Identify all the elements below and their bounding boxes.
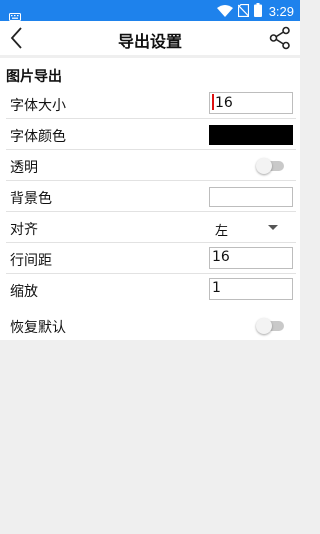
- share-button[interactable]: [268, 25, 292, 51]
- section-title: 图片导出: [6, 69, 62, 85]
- background-color-label: 背景色: [10, 191, 52, 207]
- dropdown-arrow-icon[interactable]: [268, 225, 278, 230]
- transparent-toggle[interactable]: [256, 158, 284, 174]
- reset-row: 恢复默认: [0, 311, 300, 340]
- status-bar: 3:29: [0, 0, 300, 21]
- font-size-label: 字体大小: [10, 98, 66, 114]
- font-size-input[interactable]: 16: [209, 92, 293, 114]
- reset-toggle[interactable]: [256, 318, 284, 334]
- line-spacing-input[interactable]: 16: [209, 247, 293, 269]
- text-cursor: [212, 94, 214, 110]
- status-time: 3:29: [268, 4, 294, 19]
- background-color-swatch[interactable]: [209, 187, 293, 207]
- reset-label: 恢复默认: [10, 320, 66, 336]
- zoom-input[interactable]: 1: [209, 278, 293, 300]
- row-background-color: 背景色: [0, 181, 300, 212]
- wifi-icon: [216, 2, 233, 21]
- share-icon: [269, 26, 290, 50]
- align-label: 对齐: [10, 222, 38, 238]
- settings-panel: 图片导出 字体大小 16 字体颜色 透明 背景色 对齐 左 行间距 16 缩放 …: [0, 58, 300, 340]
- font-color-label: 字体颜色: [10, 129, 66, 145]
- toggle-knob: [256, 318, 272, 334]
- row-line-spacing: 行间距 16: [0, 243, 300, 274]
- toggle-knob: [256, 158, 272, 174]
- row-font-size: 字体大小 16: [0, 88, 300, 119]
- row-zoom: 缩放 1: [0, 274, 300, 305]
- font-size-value: 16: [215, 95, 233, 111]
- line-spacing-label: 行间距: [10, 253, 52, 269]
- row-align: 对齐 左: [0, 212, 300, 243]
- transparent-label: 透明: [10, 160, 38, 176]
- battery-icon: [253, 2, 262, 21]
- align-select[interactable]: 左: [215, 220, 228, 239]
- no-sim-icon: [237, 2, 250, 21]
- page-title: 导出设置: [117, 32, 182, 51]
- zoom-label: 缩放: [10, 284, 38, 300]
- row-transparent: 透明: [0, 150, 300, 181]
- app-bar: 导出设置: [0, 21, 300, 55]
- font-color-swatch[interactable]: [209, 125, 293, 145]
- row-font-color: 字体颜色: [0, 119, 300, 150]
